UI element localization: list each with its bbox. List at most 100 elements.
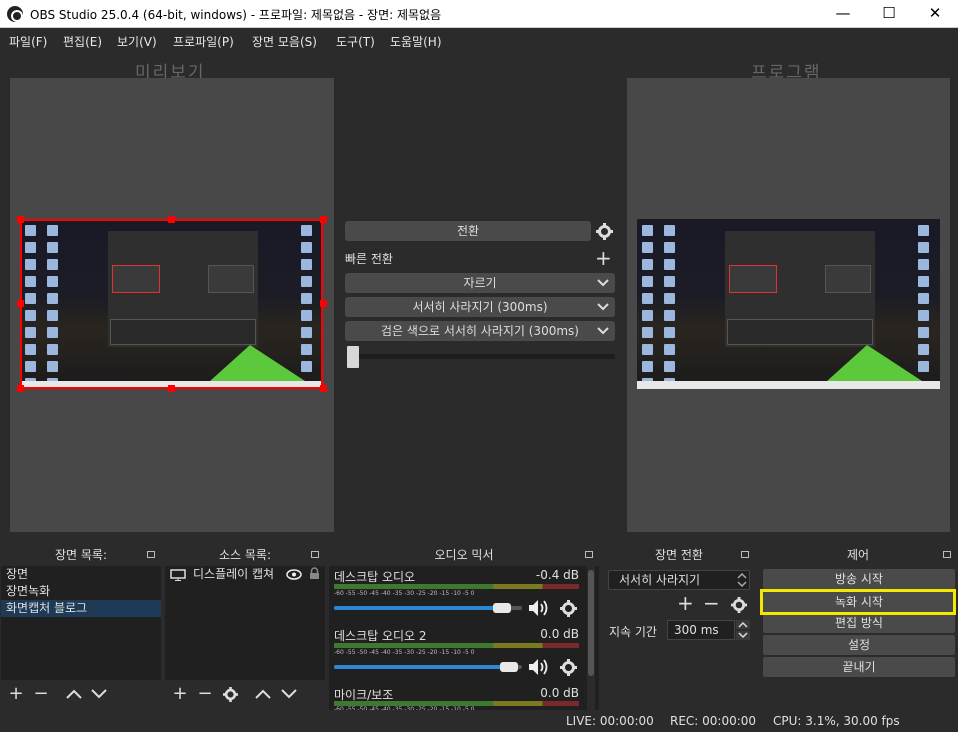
transition-select-value: 서서히 사라지기 <box>619 573 701 587</box>
volume-meter <box>334 584 579 589</box>
program-display-capture <box>637 219 940 389</box>
settings-button[interactable]: 설정 <box>763 635 955 655</box>
tbar-track[interactable] <box>347 354 615 359</box>
channel-level: -0.4 dB <box>535 568 579 582</box>
add-source-icon[interactable]: + <box>169 683 191 705</box>
scene-item[interactable]: 장면녹화 <box>1 583 161 600</box>
audio-mixer-dock: 오디오 믹서 데스크탑 오디오 -0.4 dB -60 -55 -50 -45 … <box>329 544 599 710</box>
speaker-icon[interactable] <box>528 599 550 617</box>
resize-handle[interactable] <box>17 216 24 223</box>
meter-ticks: -60 -55 -50 -45 -40 -35 -30 -25 -20 -15 … <box>334 590 475 597</box>
menu-view[interactable]: 보기(V) <box>117 33 157 50</box>
mixer-scrollbar-thumb[interactable] <box>588 570 594 676</box>
chevron-down-icon <box>597 327 609 335</box>
resize-handle[interactable] <box>17 300 24 307</box>
source-selection-box[interactable] <box>20 219 323 389</box>
eye-icon[interactable] <box>286 569 302 580</box>
quick-transition-label: 자르기 <box>463 276 497 290</box>
speaker-icon[interactable] <box>528 658 550 676</box>
start-streaming-button[interactable]: 방송 시작 <box>763 569 955 589</box>
gear-icon[interactable] <box>596 223 613 240</box>
window-title: OBS Studio 25.0.4 (64-bit, windows) - 프로… <box>30 8 442 22</box>
float-icon[interactable] <box>311 551 319 558</box>
resize-handle[interactable] <box>17 385 24 392</box>
channel-name: 데스크탑 오디오 2 <box>334 629 427 643</box>
channel-level: 0.0 dB <box>540 627 579 641</box>
scene-transitions-title: 장면 전환 <box>603 544 755 566</box>
cpu-fps: CPU: 3.1%, 30.00 fps <box>773 714 900 728</box>
source-name: 디스플레이 캡쳐 <box>193 567 275 581</box>
studio-mode-button[interactable]: 편집 방식 <box>763 613 955 633</box>
add-scene-icon[interactable]: + <box>5 683 27 705</box>
highlight-box <box>760 589 956 615</box>
quick-transition-fade-black[interactable]: 검은 색으로 서서히 사라지기 (300ms) <box>345 321 615 341</box>
duration-label: 지속 기간 <box>609 625 657 639</box>
volume-slider-knob[interactable] <box>493 603 511 613</box>
channel-name: 데스크탑 오디오 <box>334 570 416 584</box>
float-icon[interactable] <box>943 551 951 558</box>
chevron-up-icon[interactable] <box>65 688 83 700</box>
add-transition-icon[interactable]: + <box>677 591 694 615</box>
chevron-down-icon[interactable] <box>280 688 298 700</box>
quick-transition-label: 서서히 사라지기 (300ms) <box>412 300 548 314</box>
meter-ticks: -60 -55 -50 -45 -40 -35 -30 -25 -20 -15 … <box>334 649 475 656</box>
updown-chevron-icon <box>737 573 747 587</box>
resize-handle[interactable] <box>168 216 175 223</box>
status-bar: LIVE: 00:00:00 REC: 00:00:00 CPU: 3.1%, … <box>0 710 958 732</box>
menu-scene-collection[interactable]: 장면 모음(S) <box>252 33 317 50</box>
gear-icon[interactable] <box>223 687 238 702</box>
resize-handle[interactable] <box>320 385 327 392</box>
menu-help[interactable]: 도움말(H) <box>390 33 442 50</box>
sources-list[interactable]: 디스플레이 캡쳐 <box>165 566 325 680</box>
transition-select[interactable]: 서서히 사라지기 <box>608 570 750 590</box>
menu-profile[interactable]: 프로파일(P) <box>173 33 234 50</box>
close-button[interactable]: ✕ <box>912 0 958 28</box>
volume-fill <box>334 665 514 669</box>
remove-transition-icon[interactable]: − <box>703 591 720 615</box>
source-item[interactable]: 디스플레이 캡쳐 <box>165 566 325 583</box>
sources-title: 소스 목록: <box>165 544 325 566</box>
chevron-down-icon <box>597 279 609 287</box>
gear-icon[interactable] <box>560 659 577 676</box>
remove-scene-icon[interactable]: − <box>30 683 52 705</box>
add-icon[interactable]: + <box>595 246 612 270</box>
gear-icon[interactable] <box>731 597 747 613</box>
chevron-down-icon <box>597 303 609 311</box>
menu-edit[interactable]: 편집(E) <box>63 33 102 50</box>
quick-transition-fade[interactable]: 서서히 사라지기 (300ms) <box>345 297 615 317</box>
scenes-dock: 장면 목록: 장면 장면녹화 화면캡처 블로그 + − <box>1 544 161 710</box>
obs-app-icon <box>7 6 23 22</box>
controls-title: 제어 <box>759 544 957 566</box>
spin-buttons-icon[interactable] <box>736 620 750 640</box>
float-icon[interactable] <box>741 551 749 558</box>
menu-file[interactable]: 파일(F) <box>9 33 47 50</box>
tbar-handle[interactable] <box>347 346 359 368</box>
chevron-down-icon[interactable] <box>90 688 108 700</box>
maximize-button[interactable]: ☐ <box>866 0 912 28</box>
resize-handle[interactable] <box>320 216 327 223</box>
gear-icon[interactable] <box>560 600 577 617</box>
exit-button[interactable]: 끝내기 <box>763 657 955 677</box>
menu-tools[interactable]: 도구(T) <box>336 33 375 50</box>
transition-button[interactable]: 전환 <box>345 221 591 241</box>
float-icon[interactable] <box>585 551 593 558</box>
mixer-scrollbar[interactable] <box>587 566 595 710</box>
resize-handle[interactable] <box>168 385 175 392</box>
lock-icon[interactable] <box>309 567 320 580</box>
scene-item[interactable]: 장면 <box>1 566 161 583</box>
menu-bar: 파일(F) 편집(E) 보기(V) 프로파일(P) 장면 모음(S) 도구(T)… <box>0 28 958 52</box>
duration-input[interactable]: 300 ms <box>667 620 735 640</box>
volume-slider-knob[interactable] <box>500 662 518 672</box>
scenes-toolbar: + − <box>1 683 161 707</box>
scene-item-selected[interactable]: 화면캡처 블로그 <box>1 600 161 617</box>
preview-panel[interactable] <box>10 78 334 532</box>
mixer-body: 데스크탑 오디오 -0.4 dB -60 -55 -50 -45 -40 -35… <box>329 566 599 710</box>
quick-transition-cut[interactable]: 자르기 <box>345 273 615 293</box>
remove-source-icon[interactable]: − <box>194 683 216 705</box>
scenes-list[interactable]: 장면 장면녹화 화면캡처 블로그 <box>1 566 161 680</box>
chevron-up-icon[interactable] <box>254 688 272 700</box>
channel-level: 0.0 dB <box>540 686 579 700</box>
minimize-button[interactable]: — <box>820 0 866 28</box>
resize-handle[interactable] <box>320 300 327 307</box>
float-icon[interactable] <box>147 551 155 558</box>
